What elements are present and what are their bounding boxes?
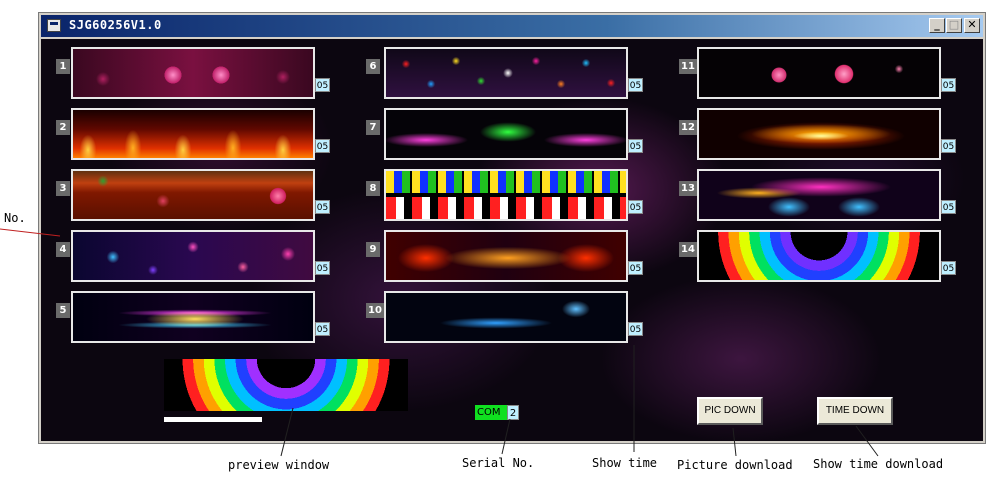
annotation-lines [0, 228, 879, 457]
annotation-picture-download: Picture download [677, 458, 793, 472]
annotation-show-time-download: Show time download [813, 457, 944, 471]
annotation-show-time: Show time [592, 456, 658, 470]
annotation-preview-window: preview window [228, 458, 330, 472]
annotation-no: No. [4, 211, 26, 225]
annotation-serial-no: Serial No. [462, 456, 535, 470]
